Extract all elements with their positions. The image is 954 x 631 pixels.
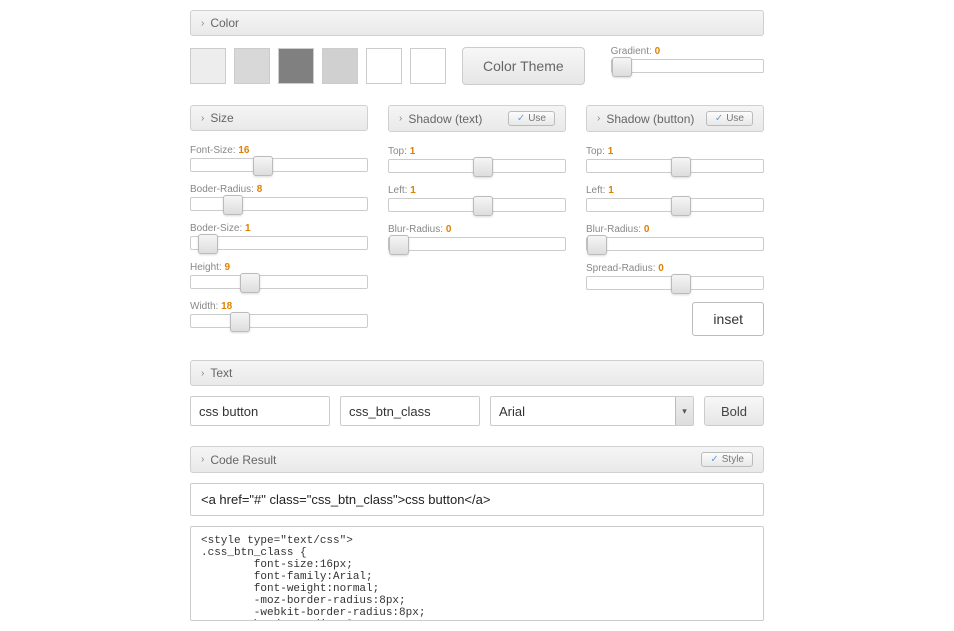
shadow-text-use-button[interactable]: ✓Use [508, 111, 555, 126]
inset-button[interactable]: inset [692, 302, 764, 336]
class-name-input[interactable] [340, 396, 480, 426]
color-swatch-1[interactable] [190, 48, 226, 84]
color-swatch-5[interactable] [366, 48, 402, 84]
gradient-label: Gradient: 0 [611, 46, 764, 57]
check-icon: ✓ [715, 113, 723, 124]
border-size-slider[interactable] [190, 236, 368, 250]
sb-blur-slider[interactable] [586, 237, 764, 251]
border-size-label: Boder-Size: 1 [190, 223, 368, 234]
color-swatch-4[interactable] [322, 48, 358, 84]
sb-top-slider[interactable] [586, 159, 764, 173]
st-left-label: Left: 1 [388, 185, 566, 196]
shadow-button-header[interactable]: › Shadow (button) ✓Use [586, 105, 764, 132]
st-top-slider[interactable] [388, 159, 566, 173]
sb-spread-slider[interactable] [586, 276, 764, 290]
bold-button[interactable]: Bold [704, 396, 764, 426]
color-title: Color [210, 16, 239, 30]
gradient-slider[interactable] [611, 59, 764, 73]
sb-top-label: Top: 1 [586, 146, 764, 157]
st-top-label: Top: 1 [388, 146, 566, 157]
check-icon: ✓ [710, 454, 718, 465]
chevron-right-icon: › [201, 113, 204, 124]
width-label: Width: 18 [190, 301, 368, 312]
font-size-slider[interactable] [190, 158, 368, 172]
font-size-label: Font-Size: 16 [190, 145, 368, 156]
st-left-slider[interactable] [388, 198, 566, 212]
style-toggle-button[interactable]: ✓Style [701, 452, 753, 467]
button-text-input[interactable] [190, 396, 330, 426]
dropdown-arrow-icon[interactable]: ▾ [675, 397, 693, 425]
font-select-value[interactable] [490, 396, 694, 426]
width-slider[interactable] [190, 314, 368, 328]
size-title: Size [210, 111, 233, 125]
shadow-text-title: Shadow (text) [408, 112, 482, 126]
size-header[interactable]: › Size [190, 105, 368, 131]
height-label: Height: 9 [190, 262, 368, 273]
color-swatch-3[interactable] [278, 48, 314, 84]
sb-blur-label: Blur-Radius: 0 [586, 224, 764, 235]
st-blur-label: Blur-Radius: 0 [388, 224, 566, 235]
border-radius-slider[interactable] [190, 197, 368, 211]
code-result-title: Code Result [210, 453, 276, 467]
st-blur-slider[interactable] [388, 237, 566, 251]
text-title: Text [210, 366, 232, 380]
font-select[interactable]: ▾ [490, 396, 694, 426]
shadow-text-panel: › Shadow (text) ✓Use Top: 1 Left: 1 Blur-… [388, 105, 566, 340]
chevron-right-icon: › [399, 113, 402, 124]
sb-spread-label: Spread-Radius: 0 [586, 263, 764, 274]
height-slider[interactable] [190, 275, 368, 289]
css-code-area[interactable]: <style type="text/css"> .css_btn_class {… [190, 526, 764, 621]
sb-left-slider[interactable] [586, 198, 764, 212]
color-section-header[interactable]: › Color [190, 10, 764, 36]
chevron-right-icon: › [201, 454, 204, 465]
shadow-button-use-button[interactable]: ✓Use [706, 111, 753, 126]
shadow-button-title: Shadow (button) [606, 112, 694, 126]
shadow-text-header[interactable]: › Shadow (text) ✓Use [388, 105, 566, 132]
chevron-right-icon: › [597, 113, 600, 124]
html-code-input[interactable] [190, 483, 764, 516]
size-panel: › Size Font-Size: 16 Boder-Radius: 8 Bode… [190, 105, 368, 340]
color-swatch-6[interactable] [410, 48, 446, 84]
color-theme-button[interactable]: Color Theme [462, 47, 585, 85]
border-radius-label: Boder-Radius: 8 [190, 184, 368, 195]
shadow-button-panel: › Shadow (button) ✓Use Top: 1 Left: 1 Blu… [586, 105, 764, 340]
chevron-right-icon: › [201, 368, 204, 379]
chevron-right-icon: › [201, 18, 204, 29]
text-section-header[interactable]: › Text [190, 360, 764, 386]
color-swatch-2[interactable] [234, 48, 270, 84]
check-icon: ✓ [517, 113, 525, 124]
sb-left-label: Left: 1 [586, 185, 764, 196]
code-result-header[interactable]: › Code Result ✓Style [190, 446, 764, 473]
